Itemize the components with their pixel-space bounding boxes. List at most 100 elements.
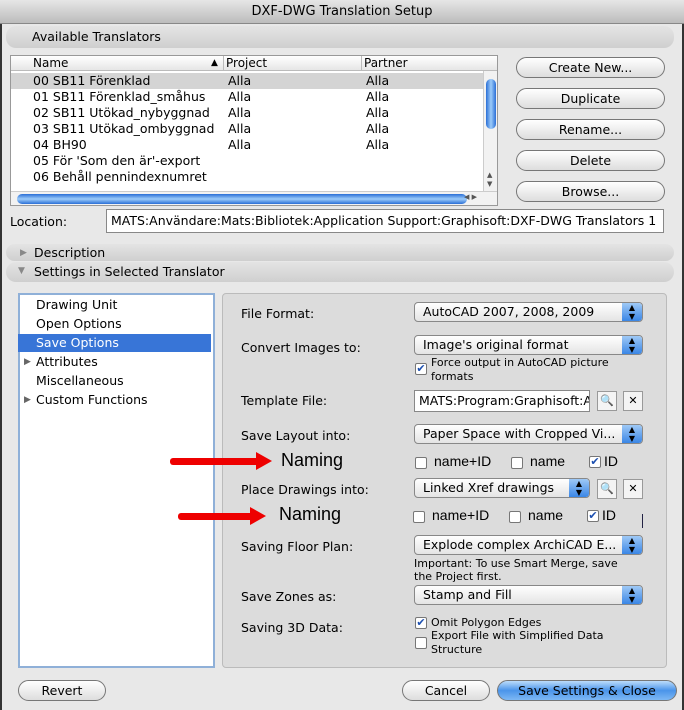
place-drawings-label: Place Drawings into:	[241, 482, 369, 497]
table-row[interactable]: 03 SB11 Utökad_ombyggnad Alla Alla	[11, 121, 485, 137]
red-arrow-annotation	[178, 513, 253, 520]
sidebar-item-label: Save Options	[36, 335, 119, 350]
place-drawings-value: Linked Xref drawings	[423, 480, 555, 495]
template-file-field[interactable]: MATS:Program:Graphisoft:A	[414, 390, 590, 412]
sidebar-item[interactable]: Miscellaneous	[18, 372, 211, 390]
window-title: DXF-DWG Translation Setup	[0, 0, 684, 24]
sidebar-item[interactable]: ▶ Attributes	[18, 353, 211, 371]
settings-label: Settings in Selected Translator	[34, 264, 225, 279]
cell-partner: Alla	[366, 105, 390, 120]
save-layout-label: Save Layout into:	[241, 428, 351, 443]
scroll-arrows-h-icon[interactable]: ◀ ▶	[464, 193, 477, 201]
available-translators-header: Available Translators	[6, 26, 674, 48]
sidebar-item-label: Miscellaneous	[36, 373, 124, 388]
table-row[interactable]: 06 Behåll pennindexnumret	[11, 169, 485, 185]
smart-merge-note: Important: To use Smart Merge, save the …	[414, 557, 618, 583]
column-project[interactable]: Project	[223, 56, 267, 71]
table-row[interactable]: 05 För 'Som den är'-export	[11, 153, 485, 169]
browse-xref-icon[interactable]: 🔍	[597, 479, 617, 499]
updown-icon: ▲ ▼	[622, 425, 642, 443]
settings-section[interactable]: ▼ Settings in Selected Translator	[6, 262, 674, 282]
save-layout-value: Paper Space with Cropped Vi...	[423, 426, 616, 441]
cell-name: 01 SB11 Förenklad_småhus	[33, 89, 206, 104]
naming-nameid-checkbox[interactable]	[415, 457, 427, 469]
file-format-value: AutoCAD 2007, 2008, 2009	[423, 304, 595, 319]
save-zones-value: Stamp and Fill	[423, 587, 512, 602]
updown-icon: ▲ ▼	[622, 536, 642, 554]
scroll-arrows-icon[interactable]: ▲ ▼	[487, 171, 492, 189]
naming-label-2: Naming	[279, 504, 342, 524]
save-zones-label: Save Zones as:	[241, 589, 337, 604]
browse-file-icon[interactable]: 🔍	[597, 391, 617, 411]
naming-name-checkbox[interactable]	[511, 457, 523, 469]
file-format-label: File Format:	[241, 306, 315, 321]
convert-images-label: Convert Images to:	[241, 340, 361, 355]
sidebar-item-label: Drawing Unit	[36, 297, 118, 312]
revert-button[interactable]: Revert	[18, 680, 106, 701]
floor-plan-label: Saving Floor Plan:	[241, 539, 354, 554]
sidebar-item[interactable]: Open Options	[18, 315, 211, 333]
clear-xref-icon[interactable]: ✕	[623, 479, 643, 499]
export-simplified-checkbox[interactable]	[415, 637, 427, 649]
naming-id-checkbox[interactable]: ✔	[589, 456, 601, 468]
cell-partner: Alla	[366, 121, 390, 136]
sidebar-item[interactable]: ▶ Custom Functions	[18, 391, 211, 409]
sidebar-item-label: Open Options	[36, 316, 122, 331]
save-zones-select[interactable]: Stamp and Fill ▲ ▼	[414, 585, 643, 605]
red-arrow-annotation	[170, 458, 260, 465]
create-new-button[interactable]: Create New...	[516, 57, 665, 78]
cell-partner: Alla	[366, 137, 390, 152]
delete-button[interactable]: Delete	[516, 150, 665, 171]
file-format-select[interactable]: AutoCAD 2007, 2008, 2009 ▲ ▼	[414, 302, 643, 322]
place-drawings-select[interactable]: Linked Xref drawings ▲ ▼	[414, 478, 590, 498]
clear-file-icon[interactable]: ✕	[623, 391, 643, 411]
location-field[interactable]: MATS:Användare:Mats:Bibliotek:Applicatio…	[106, 209, 664, 233]
rename-button[interactable]: Rename...	[516, 119, 665, 140]
location-label: Location:	[10, 214, 68, 229]
export-simplified-label: Export File with Simplified Data Structu…	[431, 629, 604, 656]
naming2-nameid-label: name+ID	[432, 507, 490, 523]
cell-project: Alla	[228, 89, 252, 104]
naming2-id-checkbox[interactable]: ✔	[587, 510, 599, 522]
cell-project: Alla	[228, 121, 252, 136]
updown-icon: ▲ ▼	[622, 586, 642, 604]
vertical-scrollbar[interactable]: ▲ ▼	[483, 71, 497, 191]
sidebar-item-label: Custom Functions	[36, 392, 148, 407]
naming2-nameid-checkbox[interactable]	[413, 511, 425, 523]
sidebar-item[interactable]: Save Options	[18, 334, 211, 352]
table-row[interactable]: 02 SB11 Utökad_nybyggnad Alla Alla	[11, 105, 485, 121]
description-label: Description	[34, 245, 106, 260]
naming-id-label: ID	[604, 453, 618, 469]
table-row[interactable]: 04 BH90 Alla Alla	[11, 137, 485, 153]
floor-plan-select[interactable]: Explode complex ArchiCAD E... ▲ ▼	[414, 535, 643, 555]
column-partner[interactable]: Partner	[361, 56, 408, 71]
convert-images-value: Image's original format	[423, 337, 569, 352]
column-name[interactable]: Name	[33, 56, 68, 71]
disclosure-right-icon[interactable]: ▶	[24, 391, 31, 409]
omit-edges-checkbox[interactable]: ✔	[415, 617, 427, 629]
translator-list[interactable]: Name ▲ Project Partner 00 SB11 Förenklad…	[10, 55, 498, 206]
disclosure-right-icon: ▶	[20, 248, 27, 258]
duplicate-button[interactable]: Duplicate	[516, 88, 665, 109]
naming2-name-checkbox[interactable]	[509, 511, 521, 523]
browse-button[interactable]: Browse...	[516, 181, 665, 202]
cell-name: 04 BH90	[33, 137, 87, 152]
save-layout-select[interactable]: Paper Space with Cropped Vi... ▲ ▼	[414, 424, 643, 444]
description-section[interactable]: ▶ Description	[6, 244, 674, 261]
sidebar-item[interactable]: Drawing Unit	[18, 296, 211, 314]
table-row[interactable]: 00 SB11 Förenklad Alla Alla	[11, 73, 485, 89]
disclosure-right-icon[interactable]: ▶	[24, 353, 31, 371]
force-output-checkbox[interactable]: ✔	[415, 363, 427, 375]
template-file-label: Template File:	[241, 393, 328, 408]
cancel-button[interactable]: Cancel	[402, 680, 490, 701]
cell-project: Alla	[228, 105, 252, 120]
force-output-label: Force output in AutoCAD picture formats	[431, 356, 609, 383]
disclosure-down-icon: ▼	[18, 266, 25, 276]
horizontal-scrollbar[interactable]: ◀ ▶	[11, 191, 497, 205]
table-row[interactable]: 01 SB11 Förenklad_småhus Alla Alla	[11, 89, 485, 105]
text-cursor	[642, 514, 643, 528]
convert-images-select[interactable]: Image's original format ▲ ▼	[414, 335, 643, 355]
save-settings-close-button[interactable]: Save Settings & Close	[497, 680, 677, 701]
cell-name: 02 SB11 Utökad_nybyggnad	[33, 105, 210, 120]
omit-edges-label: Omit Polygon Edges	[431, 616, 542, 629]
